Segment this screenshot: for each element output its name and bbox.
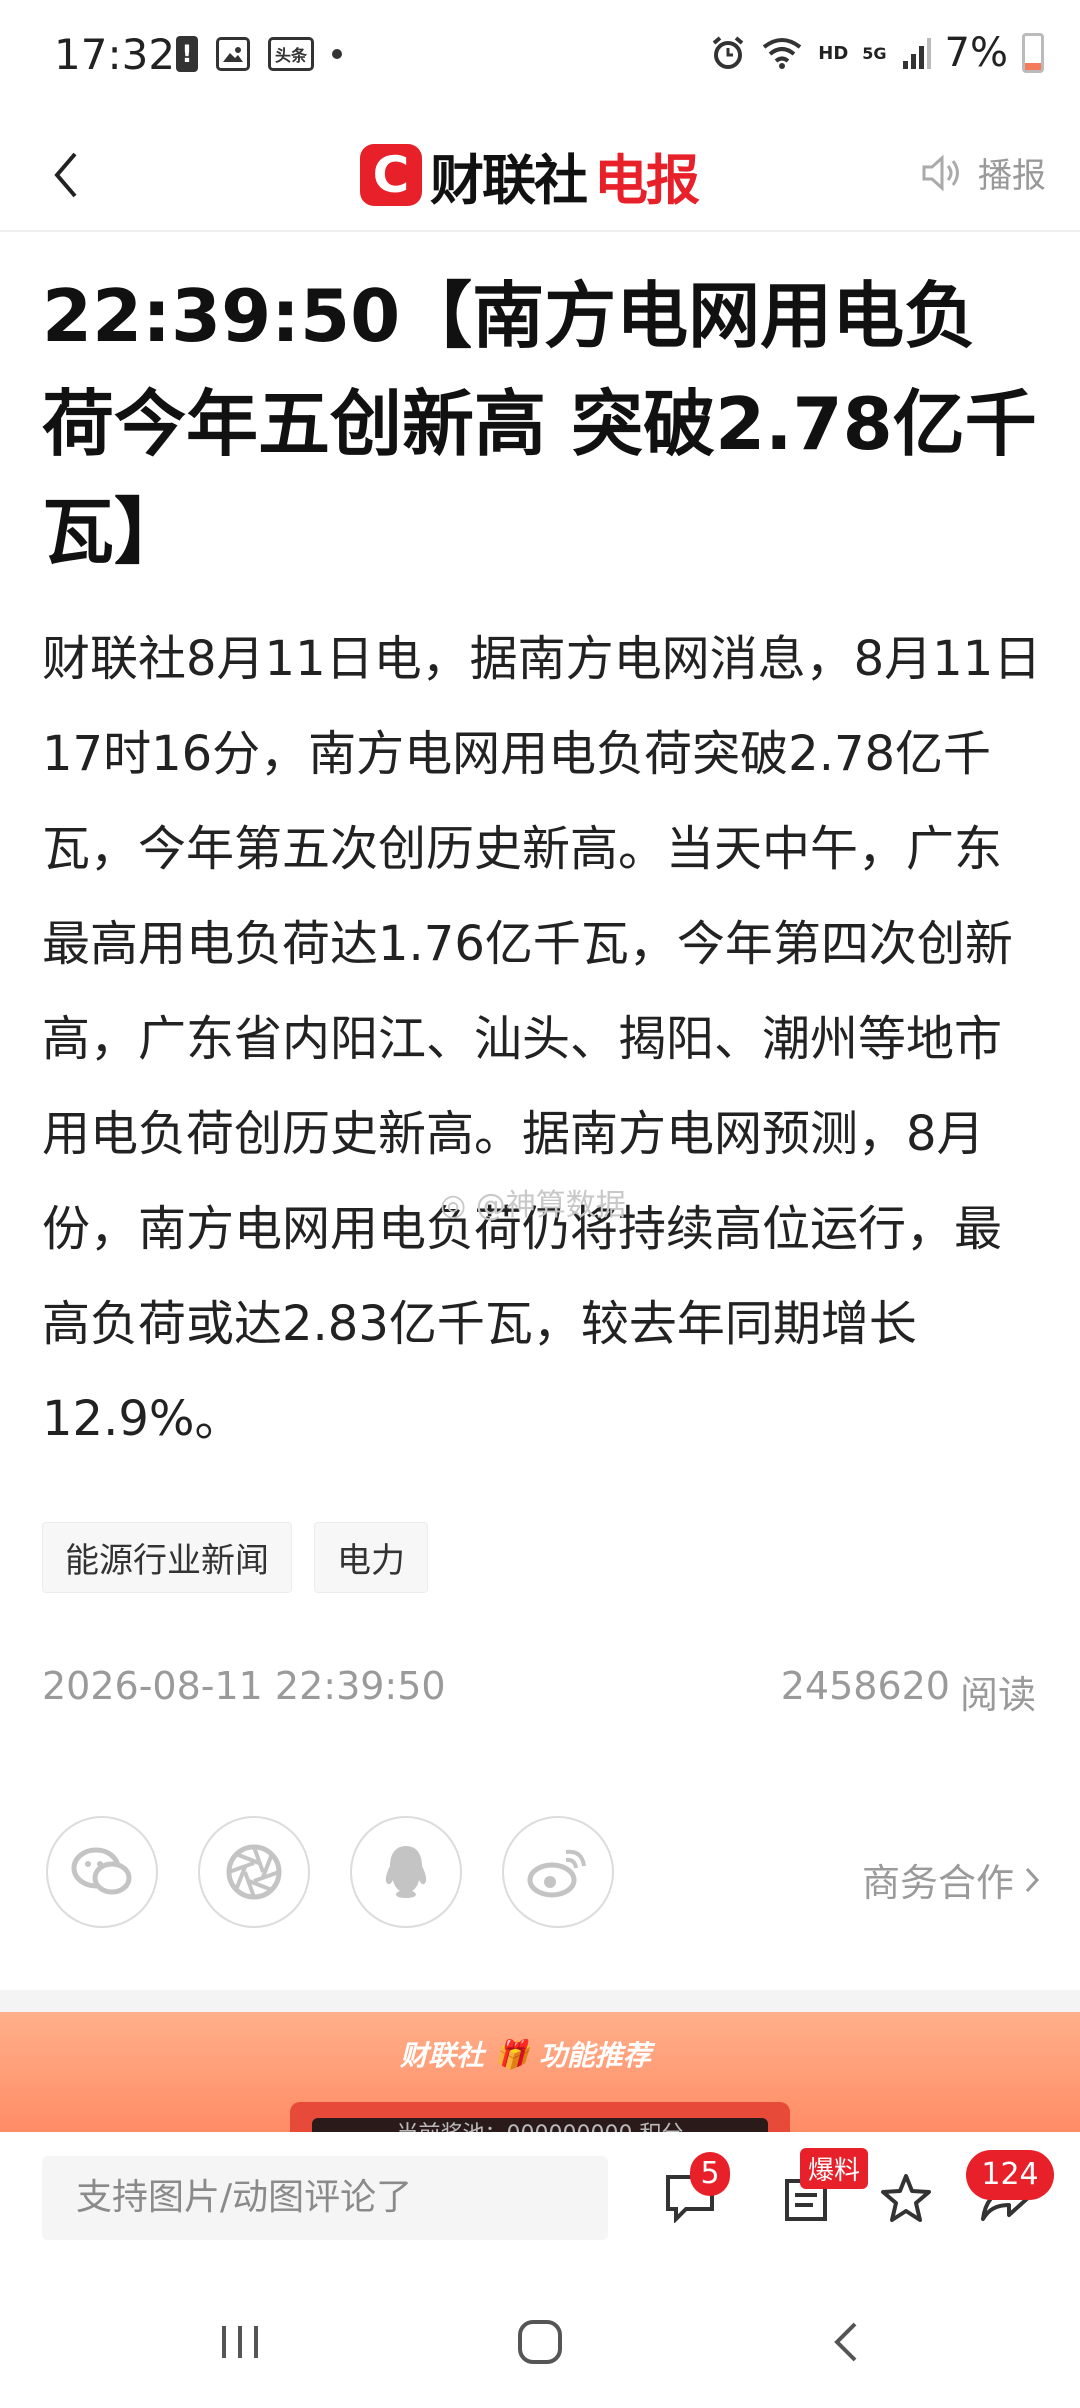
tag-item[interactable]: 电力: [314, 1522, 428, 1593]
tag-item[interactable]: 能源行业新闻: [42, 1522, 292, 1593]
promo-banner[interactable]: 财联社 🎁 功能推荐 当前奖池：000000000 积分: [0, 2012, 1080, 2132]
qq-icon: [385, 1846, 427, 1898]
read-count-value: 2458620: [780, 1664, 950, 1708]
watermark-text: @神算数据: [475, 1188, 626, 1223]
watermark: ◎ @神算数据: [440, 1180, 626, 1224]
broadcast-label: 播报: [978, 156, 1046, 196]
more-notifications-dot: [332, 49, 343, 59]
hot-tip-badge: 爆料: [800, 2148, 869, 2189]
article-title: 22:39:50【南方电网用电负荷今年五创新高 突破2.78亿千瓦】: [42, 274, 1037, 574]
wifi-icon: [763, 38, 802, 69]
status-time: 17:32: [54, 30, 176, 79]
battery-percent: 7%: [944, 30, 1008, 76]
home-button[interactable]: [500, 2312, 580, 2372]
recent-apps-button[interactable]: [200, 2312, 280, 2372]
read-count-label: 阅读: [959, 1673, 1036, 1717]
star-icon: [881, 2174, 931, 2222]
comment-count-badge: 5: [690, 2152, 730, 2196]
recent-apps-icon: [222, 2326, 258, 2358]
notification-icons: ! 头条: [176, 36, 343, 72]
share-weibo-button[interactable]: [502, 1816, 614, 1928]
publish-date: 2026-08-11 22:39:50: [42, 1664, 446, 1708]
battery-icon: [1022, 33, 1044, 73]
read-count: 2458620 阅读: [781, 1664, 1036, 1719]
speaker-icon: [922, 154, 959, 191]
banner-title: 财联社 🎁 功能推荐: [400, 2034, 651, 2074]
home-icon: [518, 2320, 562, 2364]
system-back-button[interactable]: [806, 2312, 886, 2372]
alarm-icon: [712, 36, 744, 69]
hd-icon: HD: [818, 42, 849, 64]
business-cooperation-link[interactable]: 商务合作: [862, 1852, 1040, 1907]
back-arrow-icon: [834, 2322, 857, 2362]
share-wechat-button[interactable]: [46, 1816, 158, 1928]
chevron-right-icon: [1025, 1867, 1040, 1892]
banner-brand: 财联社: [400, 2039, 485, 2072]
tag-list: 能源行业新闻 电力: [42, 1522, 428, 1593]
business-label: 商务合作: [861, 1861, 1014, 1905]
status-bar: 17:32 ! 头条 HD 5G 7%: [0, 0, 1080, 120]
share-count-badge: 124: [966, 2150, 1054, 2200]
weibo-watermark-icon: ◎: [440, 1188, 467, 1223]
comment-input[interactable]: 支持图片/动图评论了: [42, 2156, 608, 2240]
status-right: HD 5G 7%: [710, 30, 1044, 76]
banner-screen: 当前奖池：000000000 积分: [312, 2118, 768, 2132]
image-icon: [216, 37, 250, 71]
app-logo: C 财联社 电报: [360, 130, 700, 220]
article-body: 财联社8月11日电，据南方电网消息，8月11日17时16分，南方电网用电负荷突破…: [42, 631, 1042, 1447]
section-divider: [0, 1990, 1080, 2012]
share-moments-button[interactable]: [198, 1816, 310, 1928]
alert-icon: !: [176, 36, 198, 72]
back-button[interactable]: [36, 140, 96, 210]
favorite-button[interactable]: [876, 2168, 936, 2228]
weibo-icon: [527, 1849, 586, 1898]
moments-icon: [226, 1844, 282, 1900]
network-type: 5G: [862, 43, 887, 63]
wechat-icon: [71, 1847, 132, 1895]
logo-text-telegraph: 电报: [594, 148, 700, 212]
app-header: C 财联社 电报 播报: [0, 120, 1080, 232]
chevron-left-icon: [54, 152, 77, 198]
broadcast-button[interactable]: 播报: [920, 148, 1046, 197]
gift-icon: 🎁: [494, 2037, 529, 2071]
signal-icon: [902, 38, 931, 69]
toutiao-icon: 头条: [268, 37, 315, 71]
banner-feature: 功能推荐: [538, 2039, 651, 2072]
share-row: [46, 1816, 614, 1928]
system-nav-bar: [0, 2272, 1080, 2408]
logo-text-brand: 财联社: [430, 148, 588, 212]
share-qq-button[interactable]: [350, 1816, 462, 1928]
logo-mark: C: [360, 144, 422, 206]
comment-bar: 支持图片/动图评论了 5 爆料 124: [0, 2132, 1080, 2272]
